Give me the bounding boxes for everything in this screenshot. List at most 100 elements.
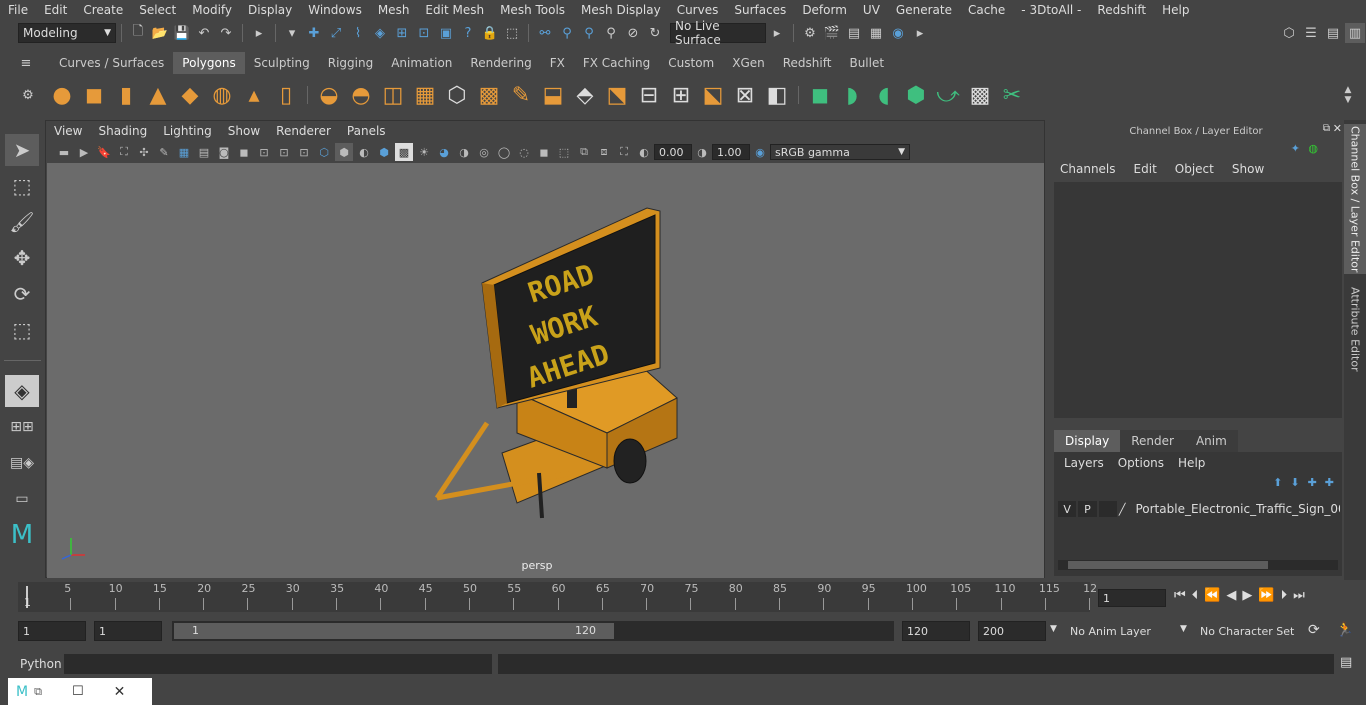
tab-curves-surfaces[interactable]: Curves / Surfaces — [50, 52, 173, 74]
edit-menu[interactable]: Edit — [1134, 162, 1157, 176]
playback-start-field[interactable]: 1 — [94, 621, 162, 641]
uv-planar-icon[interactable]: ◼ — [805, 79, 835, 111]
outliner-layout-icon[interactable]: ▤◈ — [5, 447, 39, 479]
select-component-icon[interactable]: ⌇ — [348, 23, 368, 43]
viewport-menu-view[interactable]: View — [46, 124, 90, 138]
range-slider-handle[interactable]: 1 120 — [174, 623, 614, 639]
layer-type-toggle[interactable] — [1098, 501, 1117, 517]
select-hierarchy-icon[interactable]: ✚ — [304, 23, 324, 43]
animation-prefs-icon[interactable]: 🏃 — [1336, 622, 1353, 638]
snap-point-icon[interactable]: ⊡ — [414, 23, 434, 43]
extrude-icon[interactable]: ⬓ — [538, 79, 568, 111]
close-panel-icon[interactable]: ✕ — [1333, 122, 1342, 135]
menu-cache[interactable]: Cache — [960, 3, 1013, 17]
snap-curve-icon[interactable]: ⊞ — [392, 23, 412, 43]
shelf-menu-icon[interactable]: ≡ — [16, 53, 36, 73]
menu-create[interactable]: Create — [75, 3, 131, 17]
maximize-icon[interactable]: ☐ — [72, 684, 84, 699]
menu-help[interactable]: Help — [1154, 3, 1197, 17]
xray-joints-icon[interactable]: ⧉ — [575, 143, 593, 161]
poly-cylinder-icon[interactable]: ▮ — [111, 79, 141, 111]
float-panel-icon[interactable]: ⧉ — [1323, 123, 1330, 134]
exposure-icon[interactable]: ◐ — [635, 143, 653, 161]
insert-loop-icon[interactable]: ⊟ — [634, 79, 664, 111]
bookmark-icon[interactable]: 🔖 — [95, 143, 113, 161]
end-frame-field[interactable]: 200 — [978, 621, 1046, 641]
tab-fx-caching[interactable]: FX Caching — [574, 52, 659, 74]
new-layer-icon[interactable]: ✚ — [1308, 476, 1317, 489]
range-slider-track[interactable]: 1 120 — [172, 621, 894, 641]
gate-mask-icon[interactable]: ◼ — [235, 143, 253, 161]
selection-mask-dropdown-icon[interactable]: ▾ — [282, 23, 302, 43]
tab-xgen[interactable]: XGen — [723, 52, 774, 74]
show-menu[interactable]: Show — [1232, 162, 1264, 176]
merge-icon[interactable]: ⊠ — [730, 79, 760, 111]
chevron-down-icon[interactable]: ▼ — [1050, 624, 1057, 634]
play-backward-icon[interactable]: ◀ — [1226, 588, 1236, 603]
layer-visibility-toggle[interactable]: V — [1058, 501, 1077, 517]
current-frame-field[interactable]: 1 — [1098, 589, 1166, 607]
character-set-dropdown[interactable]: No Character Set — [1196, 621, 1300, 641]
command-input[interactable] — [64, 654, 492, 674]
multi-cut-icon[interactable]: ⊞ — [666, 79, 696, 111]
tab-bullet[interactable]: Bullet — [840, 52, 893, 74]
step-back-key-icon[interactable]: ⏪ — [1204, 588, 1220, 603]
tab-animation[interactable]: Animation — [382, 52, 461, 74]
shadows-icon[interactable]: ◑ — [455, 143, 473, 161]
depth-of-field-icon[interactable]: ◼ — [535, 143, 553, 161]
shelf-scroll-icon[interactable]: ▲ ▼ — [1338, 85, 1358, 105]
textured-icon[interactable]: ☀ — [415, 143, 433, 161]
render-settings-icon[interactable]: ⚙ — [800, 23, 820, 43]
snap-view-icon[interactable]: ▣ — [436, 23, 456, 43]
bridge-icon[interactable]: ⬔ — [602, 79, 632, 111]
reduce-icon[interactable]: ⬡ — [442, 79, 472, 111]
modeling-toolkit-icon[interactable]: ⬡ — [1279, 23, 1299, 43]
motion-blur-icon[interactable]: ◯ — [495, 143, 513, 161]
viewport-menu-show[interactable]: Show — [220, 124, 268, 138]
soft-select-icon[interactable]: ⚲ — [601, 23, 621, 43]
exposure-field[interactable]: 0.00 — [654, 144, 692, 160]
layer-playback-toggle[interactable]: P — [1078, 501, 1097, 517]
xray-icon[interactable]: ▩ — [395, 143, 413, 161]
arrow-right-icon[interactable]: ▸ — [767, 23, 787, 43]
ipr-render-icon[interactable]: ▤ — [844, 23, 864, 43]
menu-redshift[interactable]: Redshift — [1089, 3, 1154, 17]
color-space-dropdown[interactable]: sRGB gamma ▼ — [770, 144, 910, 160]
menu-generate[interactable]: Generate — [888, 3, 960, 17]
time-ruler[interactable]: 1 5 10 15 20 25 30 35 40 45 50 55 60 65 70 75 80 85 90 95 1… — [18, 582, 1097, 612]
channel-box-content[interactable] — [1054, 182, 1342, 418]
menu-select[interactable]: Select — [131, 3, 184, 17]
wireframe-on-shaded-icon[interactable]: ⬢ — [375, 143, 393, 161]
help-menu[interactable]: Help — [1178, 456, 1205, 470]
bevel-icon[interactable]: ⬘ — [570, 79, 600, 111]
select-tool-icon[interactable]: ⬚ — [502, 23, 522, 43]
viewport-menu-shading[interactable]: Shading — [90, 124, 155, 138]
menu-set-arrow-icon[interactable]: ▸ — [249, 23, 269, 43]
layer-color-icon[interactable]: ╱ — [1119, 503, 1134, 516]
mirror-icon[interactable]: ◫ — [378, 79, 408, 111]
sculpt-icon[interactable]: ✎ — [506, 79, 536, 111]
grid-icon[interactable]: ▦ — [175, 143, 193, 161]
field-chart-icon[interactable]: ⊡ — [255, 143, 273, 161]
wireframe-icon[interactable]: ⬡ — [315, 143, 333, 161]
menu-edit[interactable]: Edit — [36, 3, 75, 17]
frame-all-icon[interactable]: ⛶ — [615, 143, 633, 161]
layer-name[interactable]: Portable_Electronic_Traffic_Sign_001_ — [1135, 502, 1340, 516]
channel-icon[interactable]: ✦ — [1291, 142, 1300, 155]
tab-rendering[interactable]: Rendering — [461, 52, 540, 74]
tab-display[interactable]: Display — [1054, 430, 1121, 452]
poly-pipe-icon[interactable]: ▯ — [271, 79, 301, 111]
menu-mesh-tools[interactable]: Mesh Tools — [492, 3, 573, 17]
live-surface-field[interactable]: No Live Surface — [670, 19, 766, 47]
go-to-start-icon[interactable]: ⏮ — [1174, 588, 1186, 603]
render-frame-icon[interactable]: 🎬 — [822, 23, 842, 43]
3d-viewport[interactable]: ROAD WORK AHEAD persp — [47, 163, 1044, 578]
select-object-icon[interactable]: ⤢ — [326, 23, 346, 43]
tab-render[interactable]: Render — [1120, 430, 1185, 452]
lasso-icon[interactable]: ⚲ — [557, 23, 577, 43]
open-scene-icon[interactable]: 📂 — [150, 23, 170, 43]
safe-action-icon[interactable]: ⊡ — [275, 143, 293, 161]
default-material-icon[interactable]: ◐ — [355, 143, 373, 161]
save-scene-icon[interactable]: 💾 — [172, 23, 192, 43]
poly-plane-icon[interactable]: ◆ — [175, 79, 205, 111]
